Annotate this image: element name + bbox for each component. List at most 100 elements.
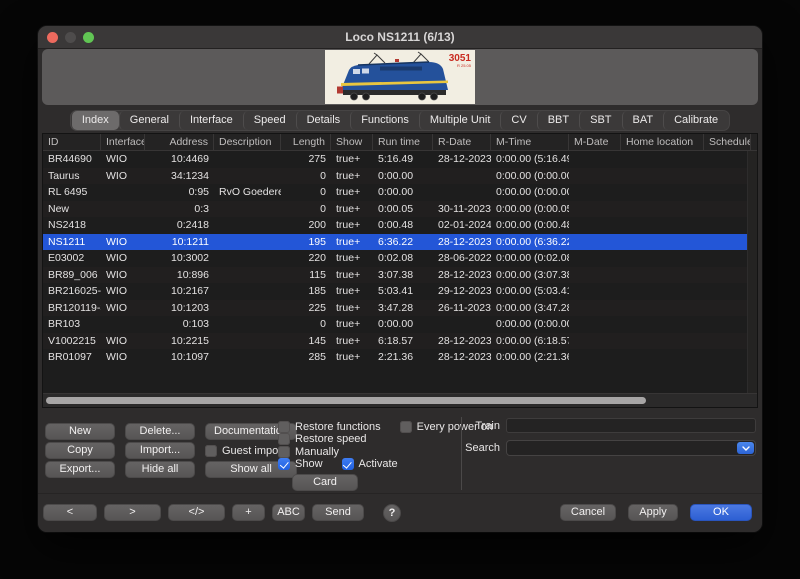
tab-bbt[interactable]: BBT — [537, 111, 579, 130]
copy-button[interactable]: Copy — [45, 442, 115, 459]
cell-schedule — [704, 283, 748, 300]
cell-length: 285 — [281, 349, 331, 366]
cell-show: true+ — [331, 184, 373, 201]
column-header-length[interactable]: Length — [281, 134, 331, 150]
guest-import-checkbox[interactable] — [205, 445, 217, 457]
tab-speed[interactable]: Speed — [243, 111, 296, 130]
cell-m-date — [569, 168, 621, 185]
manually-checkbox[interactable] — [278, 446, 290, 458]
column-header-show[interactable]: Show — [331, 134, 373, 150]
cell-length: 225 — [281, 300, 331, 317]
table-row-rl-6495[interactable]: RL 64950:95RvO Goederen0true+0:00.000:00… — [43, 184, 748, 201]
tab-interface[interactable]: Interface — [179, 111, 243, 130]
column-header-m-time[interactable]: M-Time — [491, 134, 569, 150]
column-header-home-location[interactable]: Home location — [621, 134, 704, 150]
window-title: Loco NS1211 (6/13) — [38, 26, 762, 48]
cell-run-time: 0:00.00 — [373, 168, 433, 185]
cell-r-date: 29-12-2023 — [433, 283, 491, 300]
cell-r-date: 30-11-2023 — [433, 201, 491, 218]
new-button[interactable]: New — [45, 423, 115, 440]
search-combobox[interactable] — [506, 440, 756, 456]
column-header-address[interactable]: Address — [145, 134, 214, 150]
prev-button[interactable]: < — [43, 504, 97, 521]
cell-run-time: 0:00.05 — [373, 201, 433, 218]
cell-length: 115 — [281, 267, 331, 284]
cell-run-time: 3:47.28 — [373, 300, 433, 317]
tab-cv[interactable]: CV — [500, 111, 536, 130]
column-header-run-time[interactable]: Run time — [373, 134, 433, 150]
tab-details[interactable]: Details — [296, 111, 351, 130]
table-row-br120119-3[interactable]: BR120119-3WIO10:1203225true+3:47.2826-11… — [43, 300, 748, 317]
cell-id: BR01097 — [43, 349, 101, 366]
export-button[interactable]: Export... — [45, 461, 115, 478]
tab-calibrate[interactable]: Calibrate — [663, 111, 728, 130]
cell-m-date — [569, 151, 621, 168]
cell-description — [214, 349, 281, 366]
next-button[interactable]: > — [104, 504, 161, 521]
horizontal-scrollbar-thumb[interactable] — [46, 397, 646, 404]
table-row-br103[interactable]: BR1030:1030true+0:00.000:00.00 (0:00.00) — [43, 316, 748, 333]
show-option: Show — [278, 458, 323, 470]
every-power-on-checkbox[interactable] — [400, 421, 412, 433]
tab-general[interactable]: General — [119, 111, 179, 130]
table-row-v1002215[interactable]: V1002215WIO10:2215145true+6:18.5728-12-2… — [43, 333, 748, 350]
cell-m-date — [569, 201, 621, 218]
table-row-br01097[interactable]: BR01097WIO10:1097285true+2:21.3628-12-20… — [43, 349, 748, 366]
cancel-button[interactable]: Cancel — [560, 504, 616, 521]
train-input[interactable] — [506, 418, 756, 433]
cell-interface-id — [101, 184, 145, 201]
table-row-e03002[interactable]: E03002WIO10:3002220true+0:02.0828-06-202… — [43, 250, 748, 267]
table-row-new[interactable]: New0:30true+0:00.0530-11-20230:00.00 (0:… — [43, 201, 748, 218]
column-header-r-date[interactable]: R-Date — [433, 134, 491, 150]
delete-button[interactable]: Delete... — [125, 423, 195, 440]
cell-interface-id: WIO — [101, 300, 145, 317]
tab-bat[interactable]: BAT — [622, 111, 664, 130]
vertical-scrollbar[interactable] — [747, 151, 757, 394]
cell-interface-id — [101, 217, 145, 234]
send-button[interactable]: Send — [312, 504, 364, 521]
table-row-br216025-7[interactable]: BR216025-7WIO10:2167185true+5:03.4129-12… — [43, 283, 748, 300]
table-row-br44690[interactable]: BR44690WIO10:4469275true+5:16.4928-12-20… — [43, 151, 748, 168]
cell-show: true+ — [331, 151, 373, 168]
horizontal-scrollbar[interactable] — [43, 393, 757, 407]
cell-home-location — [621, 201, 704, 218]
xml-button[interactable]: </> — [168, 504, 225, 521]
activate-checkbox[interactable] — [342, 458, 354, 470]
abc-button[interactable]: ABC — [272, 504, 305, 521]
table-row-br89-006[interactable]: BR89_006WIO10:896115true+3:07.3828-12-20… — [43, 267, 748, 284]
table-row-ns2418[interactable]: NS24180:2418200true+0:00.4802-01-20240:0… — [43, 217, 748, 234]
cell-address: 10:3002 — [145, 250, 214, 267]
restore-speed-checkbox[interactable] — [278, 433, 290, 445]
cell-home-location — [621, 267, 704, 284]
cell-m-time: 0:00.00 (0:02.08) — [491, 250, 569, 267]
add-button[interactable]: + — [232, 504, 265, 521]
cell-description: RvO Goederen — [214, 184, 281, 201]
cell-m-time: 0:00.00 (0:00.00) — [491, 184, 569, 201]
column-header-interface-id[interactable]: Interface ID — [101, 134, 145, 150]
tab-functions[interactable]: Functions — [350, 111, 419, 130]
loco-image-panel: 3051 R 25.05 — [42, 49, 758, 105]
ok-button[interactable]: OK — [690, 504, 752, 521]
column-header-description[interactable]: Description — [214, 134, 281, 150]
column-header-id[interactable]: ID — [43, 134, 101, 150]
search-dropdown-button[interactable] — [737, 442, 754, 454]
table-row-ns1211[interactable]: NS1211WIO10:1211195true+6:36.2228-12-202… — [43, 234, 748, 251]
tab-index[interactable]: Index — [72, 111, 119, 130]
hide-all-button[interactable]: Hide all — [125, 461, 195, 478]
cell-length: 185 — [281, 283, 331, 300]
cell-description — [214, 250, 281, 267]
card-button[interactable]: Card — [292, 474, 358, 491]
cell-schedule — [704, 250, 748, 267]
column-header-m-date[interactable]: M-Date — [569, 134, 621, 150]
help-button[interactable]: ? — [383, 504, 401, 522]
cell-interface-id: WIO — [101, 333, 145, 350]
tab-multiple-unit[interactable]: Multiple Unit — [419, 111, 501, 130]
show-checkbox[interactable] — [278, 458, 290, 470]
apply-button[interactable]: Apply — [628, 504, 678, 521]
restore-functions-checkbox[interactable] — [278, 421, 290, 433]
table-row-taurus[interactable]: TaurusWIO34:12340true+0:00.000:00.00 (0:… — [43, 168, 748, 185]
tab-sbt[interactable]: SBT — [579, 111, 621, 130]
column-header-schedule[interactable]: Schedule — [704, 134, 751, 150]
import-button[interactable]: Import... — [125, 442, 195, 459]
titlebar: Loco NS1211 (6/13) — [38, 26, 762, 49]
